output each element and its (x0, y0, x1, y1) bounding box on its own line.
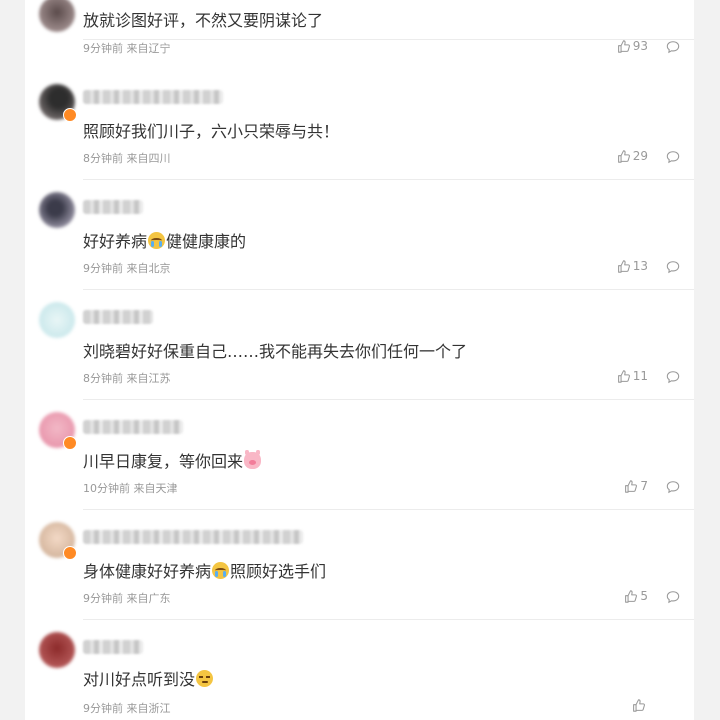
pig-face-icon (244, 450, 262, 469)
user-badge-icon (63, 108, 77, 122)
comment-bubble-icon (666, 261, 680, 274)
username-blurred[interactable] (83, 200, 143, 214)
thumbs-up-icon (617, 369, 630, 383)
comment-bubble-icon (666, 481, 680, 494)
reply-button[interactable] (666, 369, 680, 388)
divider (83, 39, 694, 40)
like-button[interactable]: 5 (624, 589, 648, 603)
reply-button[interactable] (666, 589, 680, 608)
like-button[interactable]: 7 (624, 479, 648, 493)
comment-meta: 8分钟前 来自江苏 (83, 372, 171, 385)
avatar[interactable] (39, 632, 75, 668)
like-count: 13 (632, 259, 648, 273)
comment-text: 放就诊图好评，不然又要阴谋论了 (83, 11, 324, 30)
comment-meta: 8分钟前 来自四川 (83, 152, 171, 165)
avatar[interactable] (39, 302, 75, 338)
comment-meta: 9分钟前 来自浙江 (83, 702, 171, 715)
thumbs-up-icon (625, 479, 638, 493)
comment-item: 照顾好我们川子，六小只荣辱与共！ 8分钟前 来自四川 29 (25, 70, 694, 180)
crying-face-icon (148, 232, 166, 249)
thumbs-up-icon (633, 699, 645, 712)
comment-text: 照顾好我们川子，六小只荣辱与共！ (83, 122, 340, 141)
comment-meta: 10分钟前 来自天津 (83, 482, 178, 495)
avatar[interactable] (39, 0, 75, 32)
like-button[interactable]: 93 (617, 39, 648, 53)
user-badge-icon (63, 436, 77, 450)
like-button[interactable] (632, 699, 648, 712)
comment-bubble-icon (666, 151, 680, 164)
like-count: 11 (632, 369, 648, 383)
comment-list: 放就诊图好评，不然又要阴谋论了 9分钟前 来自辽宁 93 照顾好我们川子，六小只… (25, 0, 694, 720)
thumbs-up-icon (617, 149, 630, 163)
user-badge-icon (63, 546, 77, 560)
reply-button[interactable] (666, 149, 680, 168)
thumbs-up-icon (625, 589, 638, 603)
comment-bubble-icon (666, 371, 680, 384)
like-count: 93 (632, 39, 648, 53)
username-blurred[interactable] (83, 310, 153, 324)
like-button[interactable]: 11 (617, 369, 648, 383)
comment-item: 身体健康好好养病 照顾好选手们 9分钟前 来自广东 5 (25, 510, 694, 620)
comment-text: 川早日康复，等你回来 (83, 448, 262, 472)
avatar[interactable] (39, 192, 75, 228)
like-button[interactable]: 29 (617, 149, 648, 163)
crying-face-icon (212, 562, 230, 579)
comment-item: 放就诊图好评，不然又要阴谋论了 9分钟前 来自辽宁 93 (25, 0, 694, 55)
comment-item: 好好养病 健健康康的 9分钟前 来自北京 13 (25, 180, 694, 290)
comment-meta: 9分钟前 来自辽宁 (83, 42, 171, 55)
thumbs-up-icon (617, 259, 630, 273)
smug-face-icon (196, 670, 214, 687)
like-count: 5 (640, 589, 648, 603)
comment-item: 川早日康复，等你回来 10分钟前 来自天津 7 (25, 400, 694, 510)
username-blurred[interactable] (83, 530, 303, 544)
comment-text: 身体健康好好养病 照顾好选手们 (83, 562, 327, 581)
like-button[interactable]: 13 (617, 259, 648, 273)
comment-meta: 9分钟前 来自北京 (83, 262, 171, 275)
username-blurred[interactable] (83, 640, 143, 654)
reply-button[interactable] (666, 39, 680, 58)
username-blurred[interactable] (83, 420, 183, 434)
comment-text: 对川好点听到没 (83, 666, 214, 690)
comment-item: 对川好点听到没 9分钟前 来自浙江 (25, 620, 694, 720)
username-blurred[interactable] (83, 90, 223, 104)
comment-item: 刘晓碧好好保重自己……我不能再失去你们任何一个了 8分钟前 来自江苏 11 (25, 290, 694, 400)
reply-button[interactable] (666, 479, 680, 498)
comment-bubble-icon (666, 41, 680, 54)
comment-meta: 9分钟前 来自广东 (83, 592, 171, 605)
like-count: 7 (640, 479, 648, 493)
comment-text: 好好养病 健健康康的 (83, 232, 247, 251)
comment-text: 刘晓碧好好保重自己……我不能再失去你们任何一个了 (83, 342, 468, 361)
comment-bubble-icon (666, 591, 680, 604)
like-count: 29 (632, 149, 648, 163)
reply-button[interactable] (666, 259, 680, 278)
thumbs-up-icon (617, 39, 630, 53)
